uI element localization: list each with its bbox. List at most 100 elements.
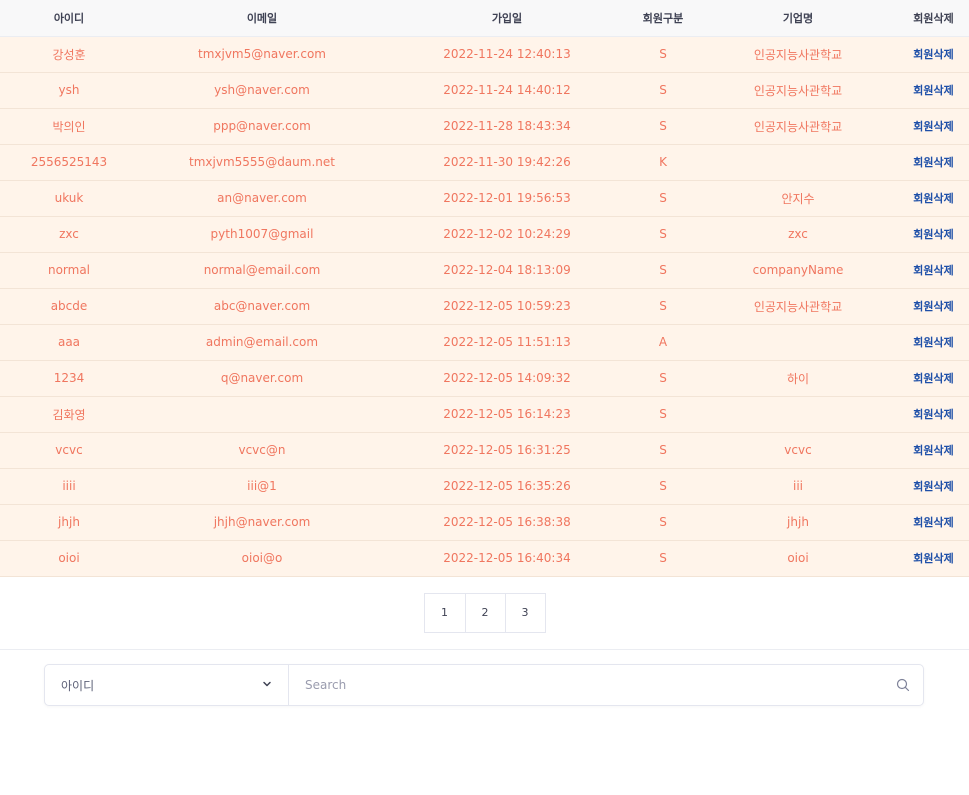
member-management-page: 아이디 이메일 가입일 회원구분 기업명 회원삭제 강성훈 tmxjvm5@nav…: [0, 0, 969, 795]
cell-company: [698, 396, 898, 433]
table-header: 아이디 이메일 가입일 회원구분 기업명 회원삭제: [0, 0, 969, 37]
cell-member-type: S: [628, 36, 698, 73]
cell-id: aaa: [0, 324, 138, 361]
cell-email: normal@email.com: [138, 252, 386, 289]
cell-joined: 2022-12-01 19:56:53: [386, 180, 628, 217]
cell-company: zxc: [698, 216, 898, 253]
table-row: 2556525143 tmxjvm5555@daum.net 2022-11-30 …: [0, 144, 969, 181]
cell-company: [698, 144, 898, 181]
cell-company: 하이: [698, 360, 898, 397]
cell-member-type: K: [628, 144, 698, 181]
table-row: jhjh jhjh@naver.com 2022-12-05 16:38:38 Sjh…: [0, 504, 969, 541]
cell-joined: 2022-12-04 18:13:09: [386, 252, 628, 289]
cell-member-type: S: [628, 216, 698, 253]
cell-id: 강성훈: [0, 36, 138, 73]
cell-id: 김화영: [0, 396, 138, 433]
delete-member-button[interactable]: 회원삭제: [898, 468, 969, 505]
cell-email: pyth1007@gmail: [138, 216, 386, 253]
table-row: zxc pyth1007@gmail 2022-12-02 10:24:29 Szxc…: [0, 216, 969, 253]
cell-id: vcvc: [0, 432, 138, 469]
delete-member-button[interactable]: 회원삭제: [898, 144, 969, 181]
cell-joined: 2022-12-05 11:51:13: [386, 324, 628, 361]
cell-id: 1234: [0, 360, 138, 397]
column-header-member-type: 회원구분: [628, 0, 698, 37]
page-button-3[interactable]: 3: [504, 593, 545, 632]
cell-email: ysh@naver.com: [138, 72, 386, 109]
delete-member-button[interactable]: 회원삭제: [898, 288, 969, 325]
cell-company: 안지수: [698, 180, 898, 217]
cell-company: jhjh: [698, 504, 898, 541]
pagination-area: 1 2 3: [0, 577, 969, 650]
cell-member-type: A: [628, 324, 698, 361]
cell-member-type: S: [628, 72, 698, 109]
cell-joined: 2022-11-28 18:43:34: [386, 108, 628, 145]
delete-member-button[interactable]: 회원삭제: [898, 432, 969, 469]
cell-company: [698, 324, 898, 361]
search-bar: 아이디: [44, 664, 924, 706]
cell-joined: 2022-12-05 10:59:23: [386, 288, 628, 325]
cell-joined: 2022-12-05 16:31:25: [386, 432, 628, 469]
cell-member-type: S: [628, 108, 698, 145]
cell-id: iiii: [0, 468, 138, 505]
page-button-1[interactable]: 1: [424, 593, 465, 632]
table-row: ukuk an@naver.com 2022-12-01 19:56:53 S 안지수 회…: [0, 180, 969, 217]
cell-email: vcvc@n: [138, 432, 386, 469]
cell-email: [138, 396, 386, 433]
cell-email: tmxjvm5@naver.com: [138, 36, 386, 73]
cell-company: 인공지능사관학교: [698, 72, 898, 109]
cell-company: 인공지능사관학교: [698, 288, 898, 325]
search-icon[interactable]: [883, 665, 923, 705]
cell-company: oioi: [698, 540, 898, 577]
cell-id: normal: [0, 252, 138, 289]
cell-id: ukuk: [0, 180, 138, 217]
members-table: 아이디 이메일 가입일 회원구분 기업명 회원삭제 강성훈 tmxjvm5@nav…: [0, 0, 969, 577]
delete-member-button[interactable]: 회원삭제: [898, 324, 969, 361]
table-row: abcde abc@naver.com 2022-12-05 10:59:23 S 인공…: [0, 288, 969, 325]
cell-joined: 2022-12-05 16:35:26: [386, 468, 628, 505]
cell-member-type: S: [628, 360, 698, 397]
cell-joined: 2022-12-05 16:38:38: [386, 504, 628, 541]
page-button-2[interactable]: 2: [464, 593, 505, 632]
cell-email: ppp@naver.com: [138, 108, 386, 145]
cell-email: tmxjvm5555@daum.net: [138, 144, 386, 181]
cell-joined: 2022-11-24 12:40:13: [386, 36, 628, 73]
cell-member-type: S: [628, 252, 698, 289]
cell-member-type: S: [628, 504, 698, 541]
cell-member-type: S: [628, 432, 698, 469]
column-header-company: 기업명: [698, 0, 898, 37]
table-body: 강성훈 tmxjvm5@naver.com 2022-11-24 12:40:13 S…: [0, 36, 969, 577]
delete-member-button[interactable]: 회원삭제: [898, 108, 969, 145]
chevron-down-icon: [262, 678, 272, 692]
delete-member-button[interactable]: 회원삭제: [898, 540, 969, 577]
cell-joined: 2022-11-30 19:42:26: [386, 144, 628, 181]
cell-email: q@naver.com: [138, 360, 386, 397]
cell-id: zxc: [0, 216, 138, 253]
cell-company: 인공지능사관학교: [698, 108, 898, 145]
cell-joined: 2022-11-24 14:40:12: [386, 72, 628, 109]
cell-joined: 2022-12-05 14:09:32: [386, 360, 628, 397]
cell-company: iii: [698, 468, 898, 505]
table-row: iiii iii@1 2022-12-05 16:35:26 Siii 회원삭제: [0, 468, 969, 505]
delete-member-button[interactable]: 회원삭제: [898, 180, 969, 217]
delete-member-button[interactable]: 회원삭제: [898, 396, 969, 433]
delete-member-button[interactable]: 회원삭제: [898, 360, 969, 397]
cell-member-type: S: [628, 468, 698, 505]
delete-member-button[interactable]: 회원삭제: [898, 504, 969, 541]
search-field-select[interactable]: 아이디: [45, 665, 289, 705]
column-header-email: 이메일: [138, 0, 386, 37]
cell-member-type: S: [628, 396, 698, 433]
cell-id: 박의인: [0, 108, 138, 145]
table-row: 박의인 ppp@naver.com 2022-11-28 18:43:34 S 인공지능…: [0, 108, 969, 145]
cell-member-type: S: [628, 180, 698, 217]
delete-member-button[interactable]: 회원삭제: [898, 252, 969, 289]
cell-id: jhjh: [0, 504, 138, 541]
cell-company: vcvc: [698, 432, 898, 469]
search-field-selected-label: 아이디: [61, 678, 95, 693]
column-header-delete: 회원삭제: [898, 0, 969, 37]
delete-member-button[interactable]: 회원삭제: [898, 72, 969, 109]
cell-joined: 2022-12-05 16:14:23: [386, 396, 628, 433]
table-row: 김화영 2022-12-05 16:14:23 S 회원삭제: [0, 396, 969, 433]
delete-member-button[interactable]: 회원삭제: [898, 216, 969, 253]
search-input[interactable]: [289, 665, 883, 705]
delete-member-button[interactable]: 회원삭제: [898, 36, 969, 73]
